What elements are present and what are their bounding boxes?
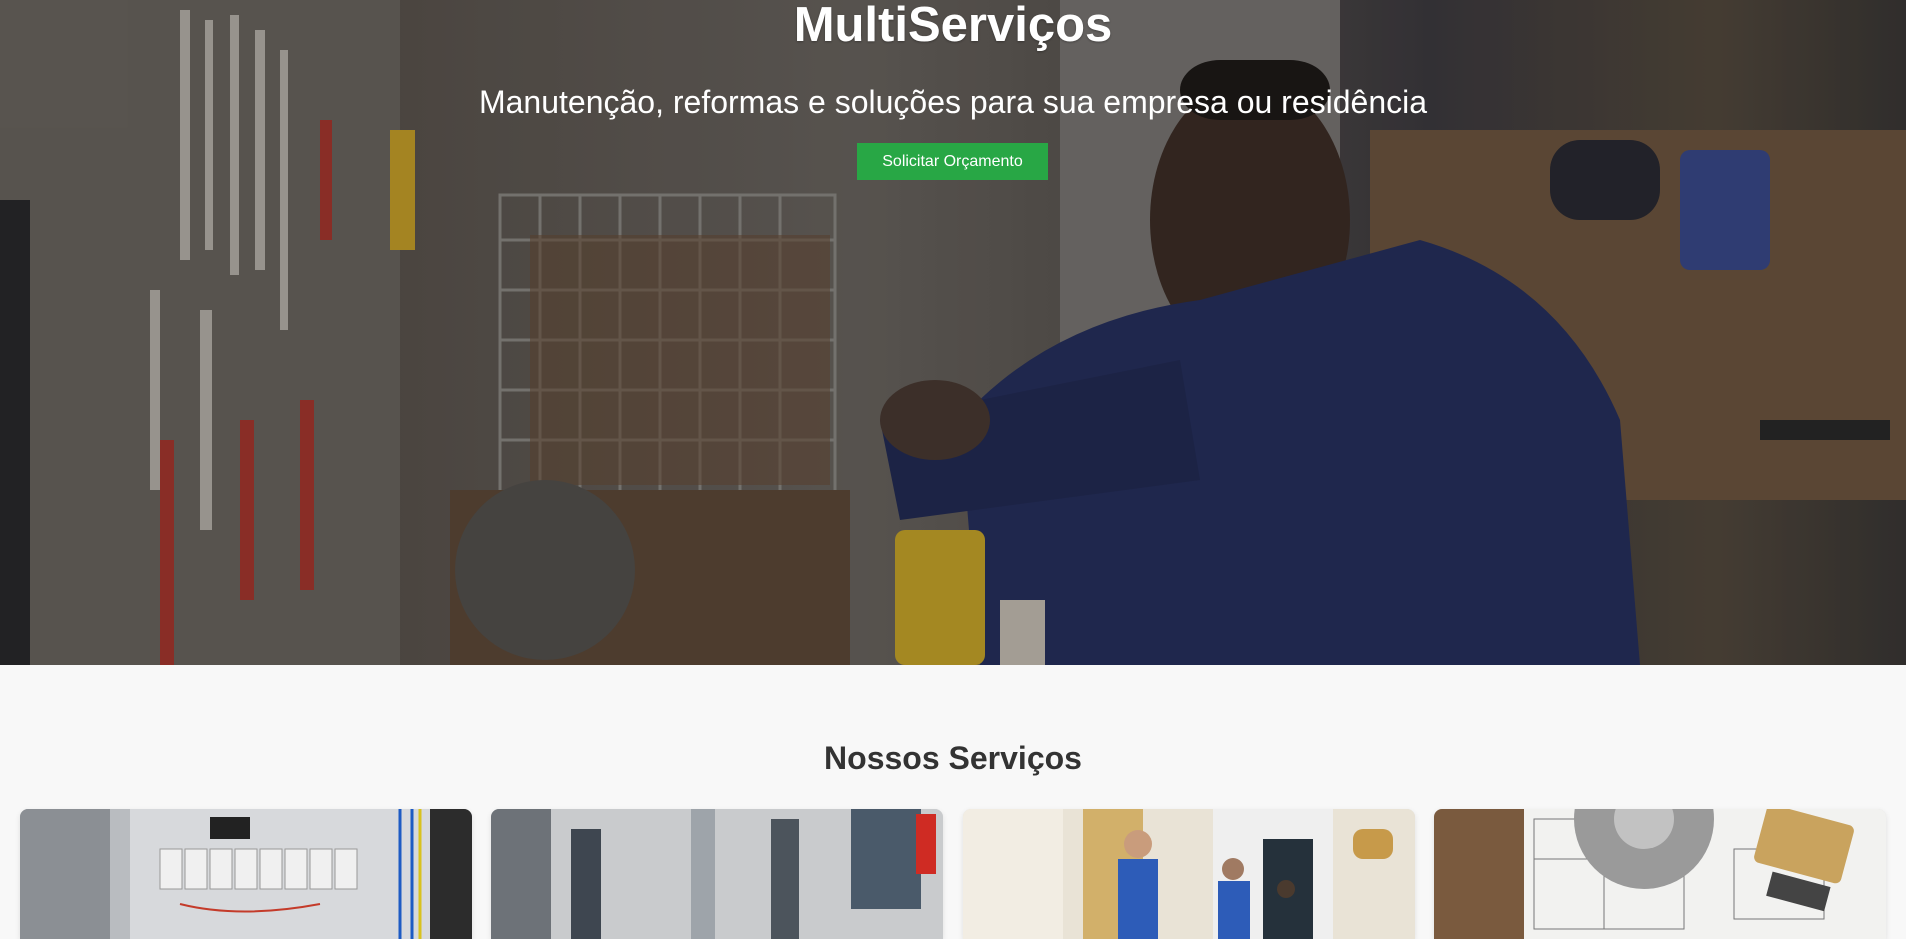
hero-section: MultiServiços Manutenção, reformas e sol… <box>0 0 1906 665</box>
services-heading: Nossos Serviços <box>824 740 1082 776</box>
hero-subtitle: Manutenção, reformas e soluções para sua… <box>478 84 1428 120</box>
plumbing-pipes-photo <box>491 809 943 939</box>
service-card-electrical[interactable] <box>20 809 472 939</box>
site-title: MultiServiços <box>793 0 1113 52</box>
electrical-panel-photo <box>20 809 472 939</box>
cleaning-team-photo <box>963 809 1415 939</box>
service-card-renovation[interactable] <box>1434 809 1886 939</box>
service-card-cleaning[interactable] <box>963 809 1415 939</box>
request-quote-button[interactable]: Solicitar Orçamento <box>857 143 1048 180</box>
blueprint-saw-brush-photo <box>1434 809 1886 939</box>
service-card-plumbing[interactable] <box>491 809 943 939</box>
